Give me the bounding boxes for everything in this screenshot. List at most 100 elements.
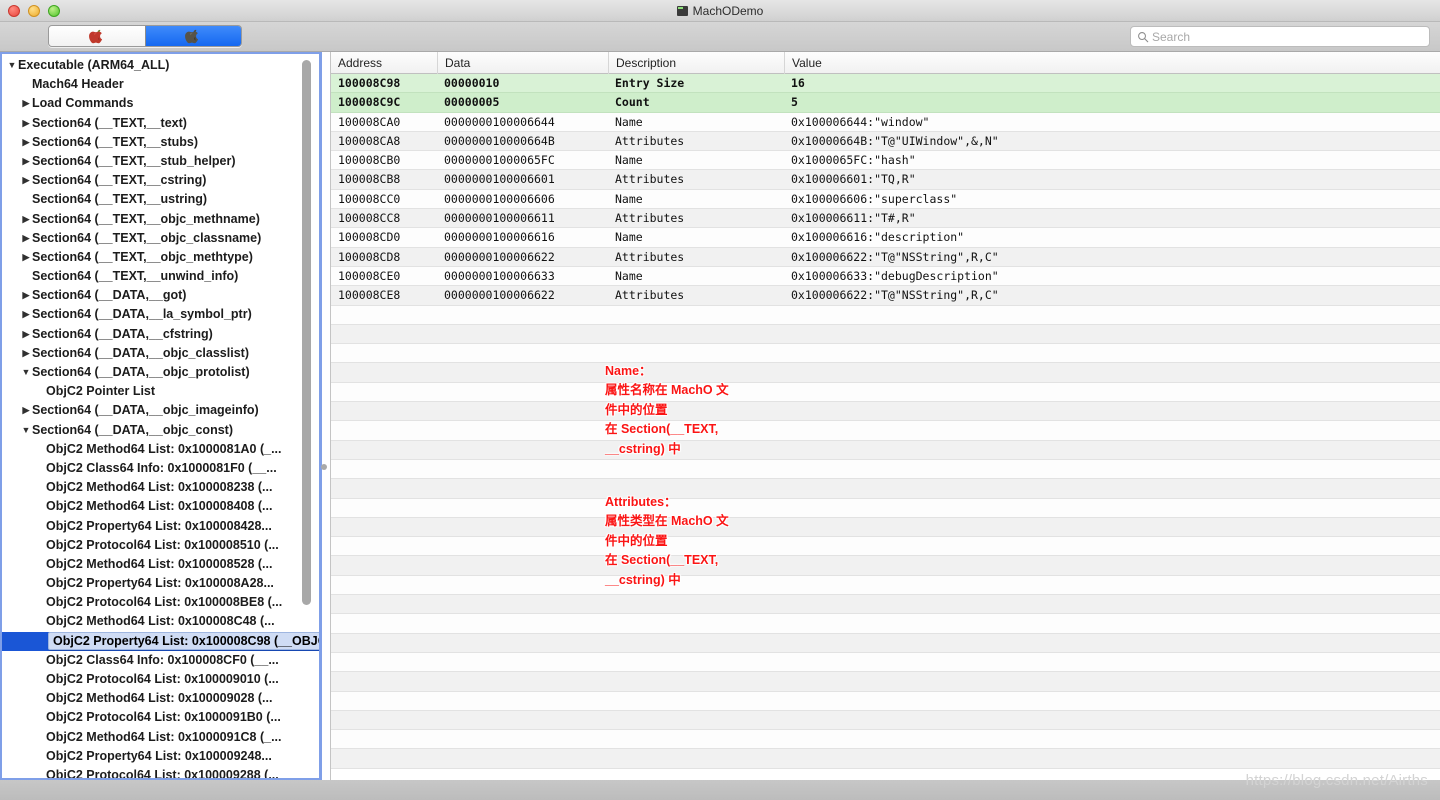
- tree-item[interactable]: ▶ Section64 (__DATA,__objc_classlist): [2, 344, 319, 363]
- table-row-empty[interactable]: [331, 730, 1440, 750]
- table-row[interactable]: 100008CA0 0000000100006644 Name 0x100006644…: [331, 112, 1440, 132]
- chevron-down-icon[interactable]: ▼: [6, 56, 18, 75]
- chevron-right-icon[interactable]: ▶: [20, 133, 32, 152]
- tree-item[interactable]: ▼ Section64 (__DATA,__objc_const): [2, 421, 319, 440]
- tree-item[interactable]: ObjC2 Property64 List: 0x100008428...: [2, 517, 319, 536]
- chevron-right-icon[interactable]: ▶: [20, 305, 32, 324]
- table-row-empty[interactable]: [331, 459, 1440, 480]
- column-header-description[interactable]: Description: [608, 52, 784, 74]
- slice-segmented-control[interactable]: [48, 25, 242, 47]
- tree-item[interactable]: ▶ Section64 (__TEXT,__objc_methtype): [2, 248, 319, 267]
- arm64-slice-tab[interactable]: [145, 26, 241, 46]
- table-row[interactable]: 100008CC0 0000000100006606 Name 0x100006606…: [331, 189, 1440, 210]
- tree-item[interactable]: ObjC2 Protocol64 List: 0x1000091B0 (...: [2, 708, 319, 727]
- table-row[interactable]: 100008CB8 0000000100006601 Attributes 0x100…: [331, 170, 1440, 190]
- table-row-empty[interactable]: [331, 537, 1440, 557]
- tree-item[interactable]: ▶ Section64 (__DATA,__cfstring): [2, 325, 319, 344]
- table-row-empty[interactable]: [331, 344, 1440, 364]
- chevron-right-icon[interactable]: ▶: [20, 229, 32, 248]
- tree-item[interactable]: ObjC2 Method64 List: 0x1000081A0 (_...: [2, 440, 319, 459]
- search-field[interactable]: Search: [1130, 26, 1430, 47]
- table-row-empty[interactable]: [331, 382, 1440, 403]
- splitter-handle[interactable]: [321, 464, 327, 470]
- tree-item[interactable]: ▶ Section64 (__TEXT,__objc_classname): [2, 229, 319, 248]
- table-row-empty[interactable]: [331, 614, 1440, 634]
- tree-item[interactable]: ObjC2 Protocol64 List: 0x100008510 (...: [2, 536, 319, 555]
- tree-item[interactable]: ObjC2 Protocol64 List: 0x100009288 (...: [2, 766, 319, 778]
- table-row-empty[interactable]: [331, 595, 1440, 615]
- tree-item[interactable]: ObjC2 Method64 List: 0x100009028 (...: [2, 689, 319, 708]
- tree-item[interactable]: ▶ Section64 (__DATA,__got): [2, 286, 319, 305]
- chevron-right-icon[interactable]: ▶: [20, 152, 32, 171]
- table-row[interactable]: 100008CD0 0000000100006616 Name 0x100006616…: [331, 228, 1440, 248]
- tree-item[interactable]: ObjC2 Class64 Info: 0x1000081F0 (__...: [2, 459, 319, 478]
- table-row-empty[interactable]: [331, 652, 1440, 673]
- table-row[interactable]: 100008CE0 0000000100006633 Name 0x100006633…: [331, 266, 1440, 287]
- table-row[interactable]: 100008CB0 00000001000065FC Name 0x1000065FC…: [331, 151, 1440, 171]
- chevron-right-icon[interactable]: ▶: [20, 344, 32, 363]
- table-row-empty[interactable]: [331, 324, 1440, 345]
- table-row-empty[interactable]: [331, 517, 1440, 538]
- table-row[interactable]: 100008C9C 00000005 Count 5: [331, 93, 1440, 113]
- tree-item[interactable]: ObjC2 Pointer List: [2, 382, 319, 401]
- table-row-empty[interactable]: [331, 440, 1440, 460]
- table-row-empty[interactable]: [331, 498, 1440, 518]
- chevron-right-icon[interactable]: ▶: [20, 210, 32, 229]
- table-row-empty[interactable]: [331, 305, 1440, 325]
- tree-item[interactable]: ▶ Section64 (__DATA,__objc_imageinfo): [2, 401, 319, 420]
- table-row-empty[interactable]: [331, 633, 1440, 653]
- tree-item[interactable]: ▶ Section64 (__TEXT,__stub_helper): [2, 152, 319, 171]
- chevron-right-icon[interactable]: ▶: [20, 325, 32, 344]
- tree-item[interactable]: ObjC2 Property64 List: 0x100009248...: [2, 747, 319, 766]
- chevron-right-icon[interactable]: ▶: [20, 171, 32, 190]
- table-row-empty[interactable]: [331, 575, 1440, 596]
- tree-item[interactable]: ObjC2 Protocol64 List: 0x100008BE8 (...: [2, 593, 319, 612]
- tree-item[interactable]: ▼ Section64 (__DATA,__objc_protolist): [2, 363, 319, 382]
- chevron-right-icon[interactable]: ▶: [20, 94, 32, 113]
- sidebar-scrollbar-thumb[interactable]: [302, 60, 311, 605]
- tree-item[interactable]: ObjC2 Protocol64 List: 0x100009010 (...: [2, 670, 319, 689]
- table-row-empty[interactable]: [331, 402, 1440, 422]
- column-header-data[interactable]: Data: [437, 52, 608, 74]
- table-body[interactable]: 100008C98 00000010 Entry Size 16 100008C9C 00…: [331, 74, 1440, 769]
- chevron-down-icon[interactable]: ▼: [20, 363, 32, 382]
- tree-item[interactable]: ▶ Section64 (__TEXT,__stubs): [2, 133, 319, 152]
- tree-item[interactable]: ▶ Load Commands: [2, 94, 319, 113]
- tree-item[interactable]: ▶ Section64 (__TEXT,__text): [2, 114, 319, 133]
- table-row-empty[interactable]: [331, 363, 1440, 383]
- tree-item[interactable]: ▶ Section64 (__TEXT,__cstring): [2, 171, 319, 190]
- table-row-empty[interactable]: [331, 421, 1440, 441]
- table-row-empty[interactable]: [331, 710, 1440, 731]
- column-header-value[interactable]: Value: [784, 52, 1440, 74]
- table-row-empty[interactable]: [331, 556, 1440, 576]
- tree-item[interactable]: ObjC2 Method64 List: 0x1000091C8 (_...: [2, 728, 319, 747]
- structure-tree[interactable]: ▼ Executable (ARM64_ALL) Mach64 Header ▶ Loa…: [2, 54, 319, 778]
- tree-item[interactable]: ObjC2 Method64 List: 0x100008528 (...: [2, 555, 319, 574]
- table-row[interactable]: 100008CA8 000000010000664B Attributes 0x100…: [331, 131, 1440, 152]
- tree-item-selected[interactable]: ObjC2 Property64 List: 0x100008C98 (__OB…: [2, 631, 319, 651]
- tree-item[interactable]: ▶ Section64 (__TEXT,__objc_methname): [2, 210, 319, 229]
- chevron-right-icon[interactable]: ▶: [20, 114, 32, 133]
- table-row-empty[interactable]: [331, 749, 1440, 769]
- tree-item[interactable]: Section64 (__TEXT,__unwind_info): [2, 267, 319, 286]
- tree-item[interactable]: ObjC2 Class64 Info: 0x100008CF0 (__...: [2, 651, 319, 670]
- chevron-right-icon[interactable]: ▶: [20, 286, 32, 305]
- chevron-right-icon[interactable]: ▶: [20, 248, 32, 267]
- fat-binary-tab[interactable]: [49, 26, 145, 46]
- tree-item[interactable]: ObjC2 Method64 List: 0x100008408 (...: [2, 497, 319, 516]
- tree-item[interactable]: ObjC2 Method64 List: 0x100008238 (...: [2, 478, 319, 497]
- chevron-right-icon[interactable]: ▶: [20, 401, 32, 420]
- table-row[interactable]: 100008CC8 0000000100006611 Attributes 0x100…: [331, 209, 1440, 229]
- table-row-empty[interactable]: [331, 672, 1440, 692]
- column-header-address[interactable]: Address: [331, 52, 437, 74]
- table-row[interactable]: 100008CE8 0000000100006622 Attributes 0x100…: [331, 286, 1440, 306]
- tree-item[interactable]: Section64 (__TEXT,__ustring): [2, 190, 319, 209]
- tree-item[interactable]: ObjC2 Property64 List: 0x100008A28...: [2, 574, 319, 593]
- tree-item[interactable]: ▶ Section64 (__DATA,__la_symbol_ptr): [2, 305, 319, 324]
- table-row-empty[interactable]: [331, 479, 1440, 499]
- sidebar-scrollbar-track[interactable]: [302, 57, 315, 771]
- table-row[interactable]: 100008C98 00000010 Entry Size 16: [331, 74, 1440, 94]
- chevron-down-icon[interactable]: ▼: [20, 421, 32, 440]
- tree-item[interactable]: ▼ Executable (ARM64_ALL): [2, 56, 319, 75]
- table-row-empty[interactable]: [331, 691, 1440, 711]
